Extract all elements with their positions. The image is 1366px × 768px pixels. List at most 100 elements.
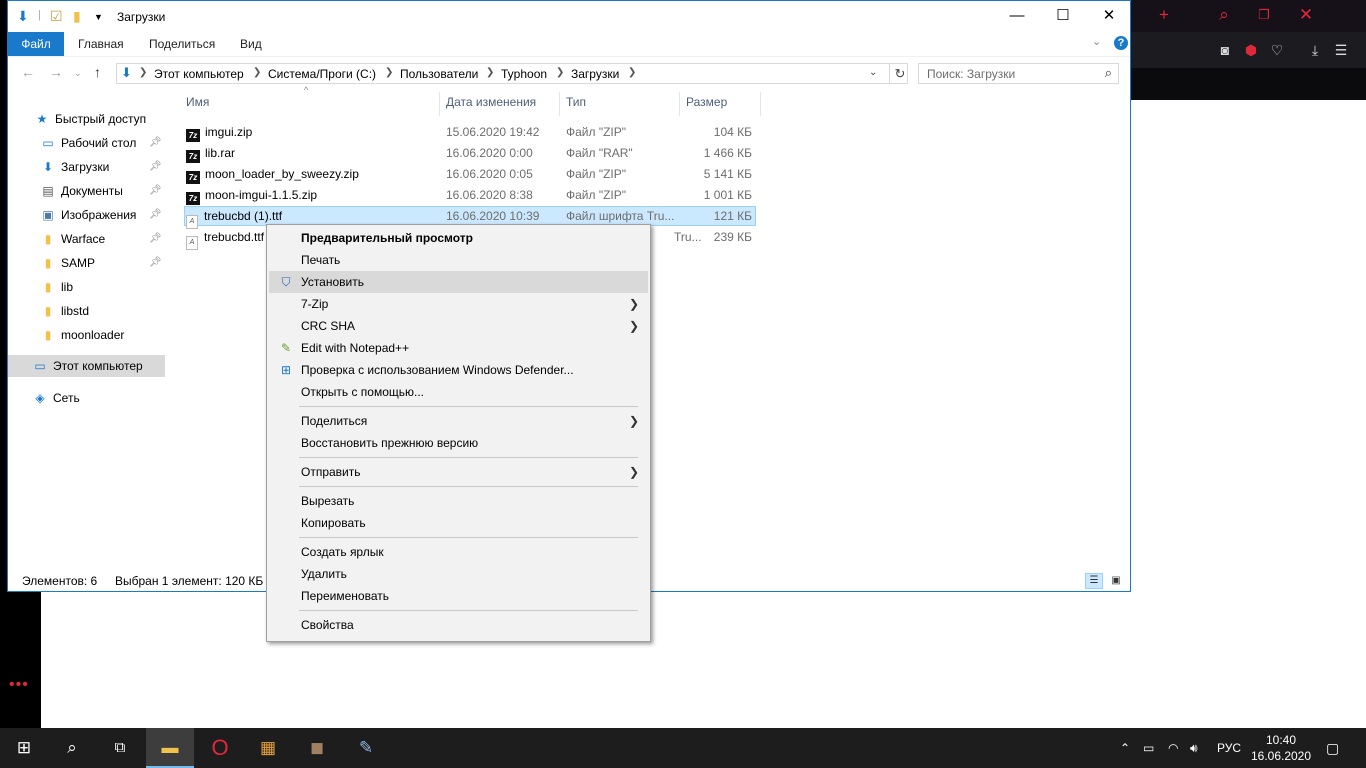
menu-item-cut[interactable]: Вырезать	[269, 490, 648, 512]
breadcrumb-downloads[interactable]: Загрузки	[571, 67, 619, 81]
tab-file[interactable]: Файл	[8, 32, 64, 56]
nav-this-pc[interactable]: ▭ Этот компьютер	[8, 355, 165, 377]
new-tab-icon[interactable]: +	[1147, 0, 1181, 32]
breadcrumb-separator[interactable]: ❯	[556, 67, 564, 78]
menu-item-restore[interactable]: Восстановить прежнюю версию	[269, 432, 648, 454]
menu-item-7zip[interactable]: 7-Zip ❯	[269, 293, 648, 315]
forward-button[interactable]: →	[49, 64, 63, 80]
notifications-icon[interactable]: ▢	[1326, 728, 1339, 768]
help-icon[interactable]: ?	[1114, 36, 1128, 50]
new-folder-icon[interactable]: ▮	[73, 8, 81, 25]
menu-item-send-to[interactable]: Отправить ❯	[269, 461, 648, 483]
nav-item-documents[interactable]: ▤ Документы 📌︎	[40, 180, 166, 202]
heart-icon[interactable]: ♡	[1264, 32, 1290, 68]
menu-icon[interactable]: ☰	[1328, 32, 1354, 68]
menu-item-defender[interactable]: ⊞ Проверка с использованием Windows Defen…	[269, 359, 648, 381]
pin-icon[interactable]: 📌︎	[149, 252, 162, 274]
column-header-name[interactable]: Имя	[186, 95, 209, 113]
menu-item-crc-sha[interactable]: CRC SHA ❯	[269, 315, 648, 337]
wifi-icon[interactable]: ◠	[1168, 728, 1178, 768]
windows-start-icon[interactable]: ⊞	[0, 728, 48, 768]
file-row[interactable]: 7z lib.rar 16.06.2020 0:00 Файл "RAR" 1 4…	[184, 143, 756, 163]
menu-item-share[interactable]: Поделиться ❯	[269, 410, 648, 432]
column-divider[interactable]	[679, 92, 680, 116]
menu-item-notepad[interactable]: ✎ Edit with Notepad++	[269, 337, 648, 359]
breadcrumb-drive[interactable]: Система/Проги (C:)	[268, 67, 376, 81]
file-row[interactable]: 7z moon-imgui-1.1.5.zip 16.06.2020 8:38 Ф…	[184, 185, 756, 205]
task-view-icon[interactable]: ⧉	[96, 728, 144, 768]
game-icon[interactable]: ◼	[293, 728, 341, 768]
minimize-button[interactable]: —	[994, 1, 1040, 32]
menu-item-rename[interactable]: Переименовать	[269, 585, 648, 607]
tab-share[interactable]: Поделиться	[149, 32, 215, 56]
properties-icon[interactable]: ☑	[50, 8, 63, 25]
close-icon[interactable]: ✕	[1289, 0, 1323, 32]
menu-item-delete[interactable]: Удалить	[269, 563, 648, 585]
menu-item-preview[interactable]: Предварительный просмотр	[269, 227, 648, 249]
search-icon[interactable]: ⌕	[48, 728, 96, 768]
address-bar[interactable]: ⬇ ❯ Этот компьютер ❯ Система/Проги (C:) …	[116, 63, 908, 84]
nav-item-downloads[interactable]: ⬇ Загрузки 📌︎	[40, 156, 166, 178]
breadcrumb-this-pc[interactable]: Этот компьютер	[154, 67, 244, 81]
chevron-down-icon[interactable]: ⌄	[869, 67, 877, 78]
details-view-icon[interactable]: ☰	[1085, 573, 1103, 589]
chevron-up-icon[interactable]: ⌃	[1120, 728, 1130, 768]
maximize-button[interactable]: ☐	[1040, 1, 1086, 32]
close-button[interactable]: ✕	[1086, 1, 1132, 32]
menu-item-install[interactable]: ⛉ Установить	[269, 271, 648, 293]
nav-item-desktop[interactable]: ▭ Рабочий стол 📌︎	[40, 132, 166, 154]
breadcrumb-users[interactable]: Пользователи	[400, 67, 478, 81]
tab-view[interactable]: Вид	[240, 32, 262, 56]
up-button[interactable]: ↑	[94, 64, 101, 80]
back-button[interactable]: ←	[21, 64, 35, 80]
sidebar-more-icon[interactable]: •••	[9, 676, 29, 694]
adblock-icon[interactable]: ⬢	[1238, 32, 1264, 68]
file-row[interactable]: 7z imgui.zip 15.06.2020 19:42 Файл "ZIP" …	[184, 122, 756, 142]
battery-icon[interactable]: ▭	[1143, 728, 1154, 768]
recent-locations-button[interactable]: ⌄	[74, 68, 82, 79]
nav-quick-access[interactable]: ★ Быстрый доступ	[34, 108, 147, 130]
clock[interactable]: 10:40 16.06.2020	[1248, 732, 1314, 764]
opera-icon[interactable]: O	[196, 728, 244, 768]
menu-item-create-shortcut[interactable]: Создать ярлык	[269, 541, 648, 563]
search-icon[interactable]: ⌕	[1105, 65, 1112, 81]
nav-network[interactable]: ◈ Сеть	[32, 387, 79, 409]
file-row-selected[interactable]: Atrebucbd (1).ttf 16.06.2020 10:39 Файл …	[184, 206, 756, 229]
column-divider[interactable]	[439, 92, 440, 116]
camera-icon[interactable]: ◙	[1212, 32, 1238, 68]
notepad-icon[interactable]: ✎	[342, 728, 390, 768]
menu-item-copy[interactable]: Копировать	[269, 512, 648, 534]
column-divider[interactable]	[760, 92, 761, 116]
breadcrumb-separator[interactable]: ❯	[628, 67, 636, 78]
chevron-down-icon[interactable]: ⌄	[1092, 35, 1101, 48]
large-icons-view-icon[interactable]: ▣	[1107, 573, 1125, 589]
chevron-down-icon[interactable]: ▼	[94, 12, 103, 22]
search-tabs-icon[interactable]: ⌕	[1207, 0, 1241, 32]
volume-icon[interactable]: 🔊︎	[1190, 728, 1198, 768]
nav-item-samp[interactable]: ▮ SAMP 📌︎	[40, 252, 166, 274]
column-header-date[interactable]: Дата изменения	[446, 95, 536, 113]
menu-item-properties[interactable]: Свойства	[269, 614, 648, 636]
nav-item-libstd[interactable]: ▮ libstd	[40, 300, 89, 322]
breadcrumb-separator[interactable]: ❯	[139, 67, 147, 78]
breadcrumb-separator[interactable]: ❯	[486, 67, 494, 78]
column-divider[interactable]	[559, 92, 560, 116]
pin-icon[interactable]: 📌︎	[149, 132, 162, 154]
breadcrumb-separator[interactable]: ❯	[385, 67, 393, 78]
menu-item-print[interactable]: Печать	[269, 249, 648, 271]
pin-icon[interactable]: 📌︎	[149, 180, 162, 202]
nav-item-lib[interactable]: ▮ lib	[40, 276, 73, 298]
file-row[interactable]: 7z moon_loader_by_sweezy.zip 16.06.2020 0…	[184, 164, 756, 184]
pin-icon[interactable]: 📌︎	[149, 228, 162, 250]
pin-icon[interactable]: 📌︎	[149, 156, 162, 178]
restore-icon[interactable]: ❐	[1247, 0, 1281, 32]
download-icon[interactable]: ⤓	[1302, 32, 1328, 68]
search-input[interactable]: Поиск: Загрузки ⌕	[918, 63, 1119, 84]
column-header-size[interactable]: Размер	[686, 95, 727, 113]
tab-home[interactable]: Главная	[78, 32, 124, 56]
breadcrumb-separator[interactable]: ❯	[253, 67, 261, 78]
language-indicator[interactable]: РУС	[1217, 728, 1241, 768]
rubiks-cube-icon[interactable]: ▦	[244, 728, 292, 768]
pin-icon[interactable]: 📌︎	[149, 204, 162, 226]
breadcrumb-user[interactable]: Typhoon	[501, 67, 547, 81]
